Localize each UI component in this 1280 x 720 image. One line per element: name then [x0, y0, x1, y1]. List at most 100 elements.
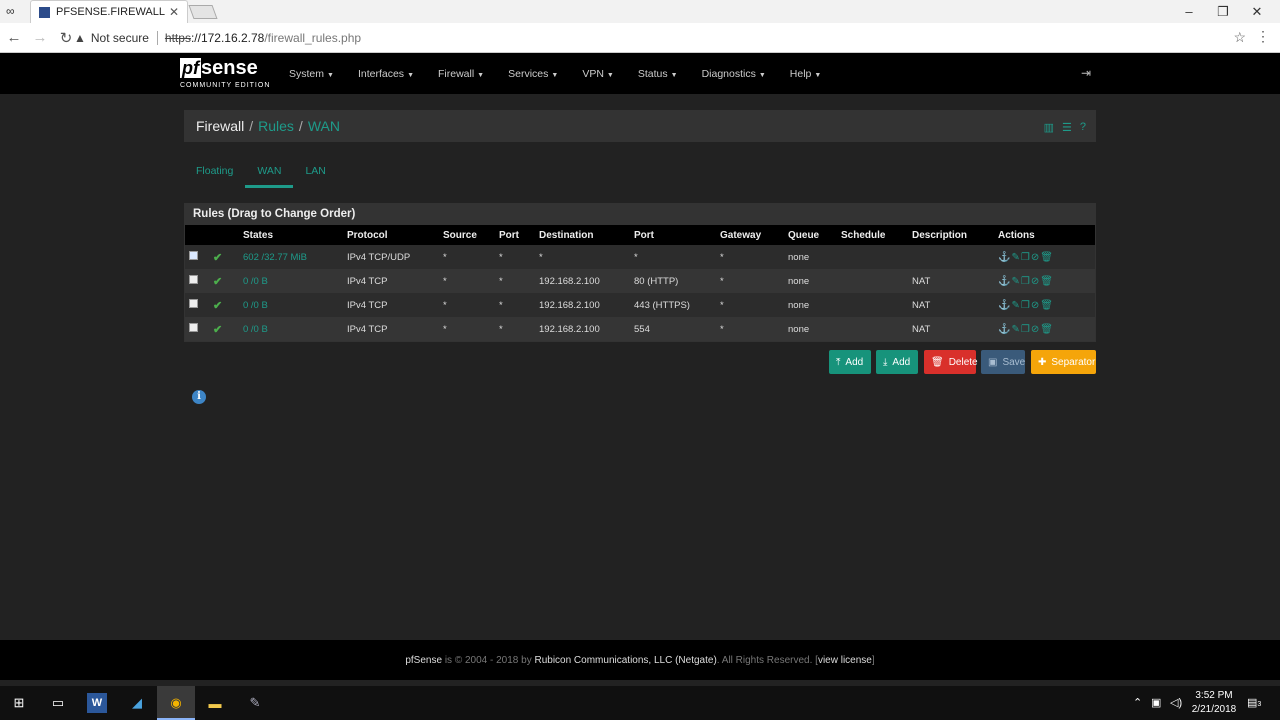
cell-states[interactable]: 0 /0 B	[239, 269, 343, 293]
edit-icon[interactable]: ✎	[1011, 276, 1020, 287]
footer-company-link[interactable]: Rubicon Communications, LLC (Netgate)	[534, 655, 716, 666]
rules-table: States Protocol Source Port Destination …	[185, 225, 1095, 341]
caret-down-icon: ▼	[670, 71, 678, 79]
menu-diagnostics[interactable]: Diagnostics ▼	[702, 68, 766, 80]
row-checkbox[interactable]	[189, 299, 198, 308]
menu-services[interactable]: Services ▼	[508, 68, 558, 80]
copy-icon[interactable]: ❐	[1021, 300, 1031, 311]
forward-icon[interactable]: →	[28, 29, 52, 46]
cell-protocol: IPv4 TCP	[347, 299, 388, 311]
anchor-icon[interactable]: ⚓	[998, 324, 1011, 335]
copy-icon[interactable]: ❐	[1021, 324, 1031, 335]
menu-help[interactable]: Help ▼	[790, 68, 822, 80]
check-icon[interactable]: ✔	[213, 324, 222, 336]
edit-icon[interactable]: ✎	[1011, 252, 1020, 263]
delete-button[interactable]: 🗑 Delete	[924, 350, 978, 374]
copy-icon[interactable]: ❐	[1021, 252, 1031, 263]
trash-icon[interactable]: 🗑	[1040, 252, 1054, 263]
back-icon[interactable]: ←	[2, 29, 26, 46]
breadcrumb-wan[interactable]: WAN	[308, 118, 340, 134]
cell-queue: none	[788, 323, 810, 335]
edit-icon[interactable]: ✎	[1011, 324, 1020, 335]
paint-icon[interactable]: ✎	[245, 693, 265, 713]
disable-icon[interactable]: ⊘	[1031, 324, 1040, 335]
task-view-icon[interactable]: ▭	[48, 693, 68, 713]
close-window-icon[interactable]: ✕	[1240, 0, 1274, 23]
tab-close-icon[interactable]: ✕	[169, 5, 179, 19]
help-icon[interactable]: ?	[1080, 121, 1086, 134]
network-icon[interactable]: ▣	[1151, 696, 1161, 709]
browser-menu-icon[interactable]: ⋮	[1256, 28, 1270, 45]
table-row[interactable]: ✔ 0 /0 B IPv4 TCP * * 192.168.2.100 443 …	[185, 293, 1095, 317]
copy-icon[interactable]: ❐	[1021, 276, 1031, 287]
cell-source-port: *	[499, 299, 503, 311]
save-button[interactable]: ▣ Save	[981, 350, 1025, 374]
browser-tab[interactable]: PFSENSE.FIREWALL.COM ✕	[30, 0, 188, 23]
cell-states[interactable]: 0 /0 B	[239, 317, 343, 341]
cell-source: *	[443, 299, 447, 311]
cell-states[interactable]: 0 /0 B	[239, 293, 343, 317]
volume-icon[interactable]: ◁)	[1170, 696, 1182, 709]
anchor-icon[interactable]: ⚓	[998, 300, 1011, 311]
arrow-up-icon: ⤒	[836, 356, 841, 368]
tray-expand-icon[interactable]: ⌃	[1133, 696, 1142, 709]
cell-description: NAT	[912, 299, 931, 311]
shark-app-icon[interactable]: ◢	[127, 693, 147, 713]
clock-date: 2/21/2018	[1191, 704, 1237, 715]
menu-help-label: Help	[789, 67, 812, 80]
menu-status[interactable]: Status ▼	[638, 68, 678, 80]
tab-floating[interactable]: Floating	[184, 155, 245, 188]
tab-lan[interactable]: LAN	[293, 155, 337, 188]
table-row[interactable]: ✔ 0 /0 B IPv4 TCP * * 192.168.2.100 80 (…	[185, 269, 1095, 293]
trash-icon[interactable]: 🗑	[1040, 324, 1054, 335]
check-icon[interactable]: ✔	[213, 252, 222, 264]
add-rule-bottom-button[interactable]: ⤓ Add	[876, 350, 918, 374]
windows-start-icon[interactable]: ⊞	[9, 693, 29, 713]
cell-dest-port: *	[634, 251, 638, 263]
col-description: Description	[912, 229, 968, 241]
trash-icon[interactable]: 🗑	[1040, 300, 1054, 311]
file-explorer-icon[interactable]: ▬	[205, 693, 225, 713]
chrome-icon[interactable]: ◉	[166, 693, 186, 713]
table-row[interactable]: ✔ 602 /32.77 MiB IPv4 TCP/UDP * * * * * …	[185, 245, 1095, 269]
breadcrumb-rules[interactable]: Rules	[258, 118, 294, 134]
menu-firewall[interactable]: Firewall ▼	[438, 68, 484, 80]
check-icon[interactable]: ✔	[213, 300, 222, 312]
taskbar-clock[interactable]: 3:52 PM 2/21/2018	[1184, 689, 1244, 717]
edit-icon[interactable]: ✎	[1011, 300, 1020, 311]
pfsense-logo[interactable]: pf sense COMMUNITY EDITION	[180, 57, 270, 89]
disable-icon[interactable]: ⊘	[1031, 300, 1040, 311]
notification-center-icon[interactable]: ▤3	[1247, 696, 1261, 709]
view-license-link[interactable]: view license	[818, 655, 872, 666]
bar-chart-icon[interactable]: ▥	[1044, 121, 1054, 134]
check-icon[interactable]: ✔	[213, 276, 222, 288]
trash-icon[interactable]: 🗑	[1040, 276, 1054, 287]
cell-states[interactable]: 602 /32.77 MiB	[239, 245, 343, 269]
anchor-icon[interactable]: ⚓	[998, 276, 1011, 287]
logout-icon[interactable]: ⇥	[1081, 66, 1091, 80]
cell-schedule	[837, 245, 908, 269]
row-checkbox[interactable]	[189, 251, 198, 260]
new-tab-button[interactable]	[188, 5, 218, 19]
add-rule-top-button[interactable]: ⤒ Add	[829, 350, 871, 374]
anchor-icon[interactable]: ⚓	[998, 252, 1011, 263]
breadcrumb-separator: /	[249, 118, 254, 134]
minimize-icon[interactable]: –	[1172, 0, 1206, 23]
tab-wan[interactable]: WAN	[245, 155, 294, 188]
disable-icon[interactable]: ⊘	[1031, 252, 1040, 263]
add-separator-button[interactable]: ✚ Separator	[1031, 350, 1096, 374]
row-checkbox[interactable]	[189, 275, 198, 284]
menu-system[interactable]: System ▼	[289, 68, 334, 80]
table-icon[interactable]: ☰	[1062, 121, 1072, 134]
url-field[interactable]: ▲ Not secure https ://172.16.2.78 /firew…	[74, 27, 1254, 49]
row-checkbox[interactable]	[189, 323, 198, 332]
menu-interfaces[interactable]: Interfaces ▼	[358, 68, 414, 80]
menu-vpn[interactable]: VPN ▼	[582, 68, 614, 80]
word-icon[interactable]: W	[87, 693, 107, 713]
table-row[interactable]: ✔ 0 /0 B IPv4 TCP * * 192.168.2.100 554 …	[185, 317, 1095, 341]
maximize-icon[interactable]: ❐	[1206, 0, 1240, 23]
row-actions: ⚓✎❐⊘🗑	[994, 269, 1095, 293]
bookmark-star-icon[interactable]: ☆	[1233, 29, 1246, 46]
info-icon[interactable]: i	[192, 390, 206, 404]
disable-icon[interactable]: ⊘	[1031, 276, 1040, 287]
